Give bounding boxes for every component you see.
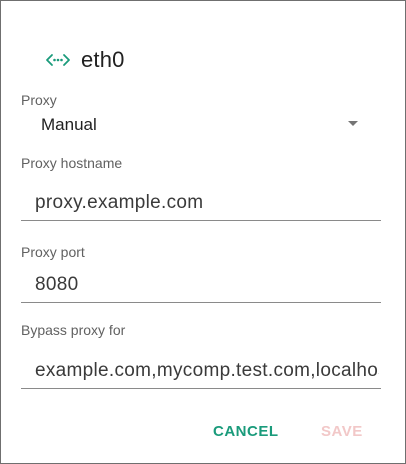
cancel-button[interactable]: CANCEL [213, 423, 279, 440]
proxy-hostname-label: Proxy hostname [21, 155, 123, 171]
proxy-hostname-input[interactable] [35, 187, 379, 219]
proxy-selected-value[interactable]: Manual [41, 115, 97, 135]
bypass-proxy-input[interactable] [35, 355, 379, 387]
proxy-label: Proxy [21, 92, 57, 108]
dialog-header: eth0 [45, 45, 125, 75]
proxy-settings-dialog: eth0 Proxy Manual Proxy hostname Proxy p… [0, 0, 406, 464]
proxy-hostname-field[interactable] [21, 187, 381, 221]
bypass-proxy-label: Bypass proxy for [21, 322, 126, 338]
proxy-port-label: Proxy port [21, 244, 85, 260]
dropdown-arrow-icon[interactable] [348, 121, 358, 126]
dialog-title: eth0 [81, 47, 125, 72]
dialog-actions: CANCEL SAVE [1, 423, 405, 449]
save-button[interactable]: SAVE [321, 423, 363, 440]
proxy-port-input[interactable] [35, 269, 379, 301]
bypass-proxy-field[interactable] [21, 355, 381, 389]
ethernet-icon [45, 51, 71, 69]
proxy-port-field[interactable] [21, 269, 381, 303]
